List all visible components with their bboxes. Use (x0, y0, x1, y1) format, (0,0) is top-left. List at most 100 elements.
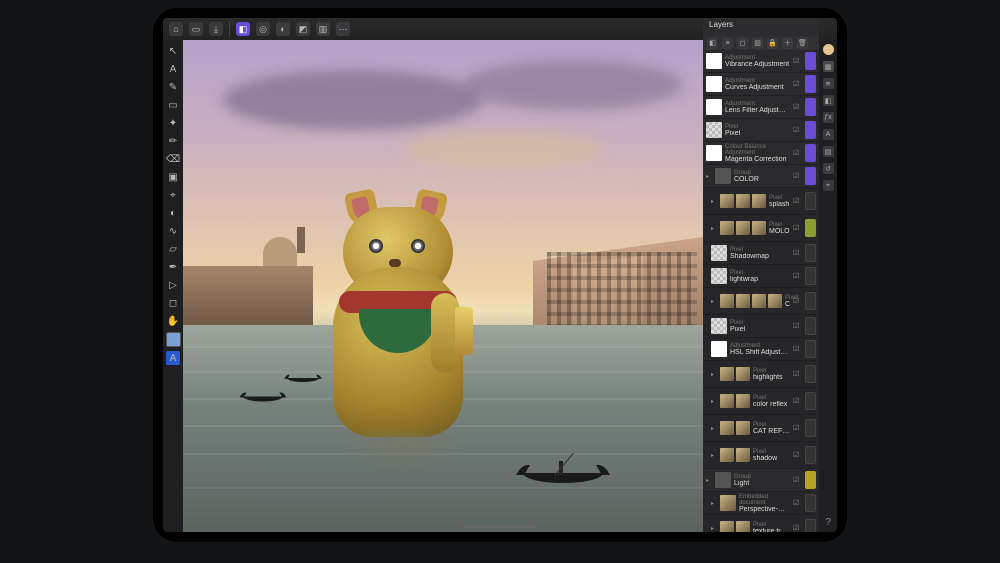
expand-arrow-icon[interactable]: ▸ (711, 525, 717, 532)
layer-row[interactable]: ▸Pixelsplash☑ (703, 188, 819, 215)
visibility-toggle[interactable]: ☑ (793, 499, 802, 508)
layer-row[interactable]: ▸Pixelhighlights☑ (703, 361, 819, 388)
channels-studio[interactable]: ▤ (823, 146, 834, 157)
delete-icon[interactable]: 🗑 (797, 38, 808, 49)
visibility-toggle[interactable]: ☑ (793, 224, 802, 233)
visibility-toggle[interactable]: ☑ (793, 370, 802, 379)
expand-arrow-icon[interactable]: ▸ (711, 452, 717, 459)
layer-color-tag[interactable] (805, 144, 816, 162)
expand-arrow-icon[interactable]: ▸ (711, 198, 717, 205)
layer-row[interactable]: ▸Pixeltexture traffic lights☑ (703, 515, 819, 532)
visibility-toggle[interactable]: ☑ (793, 424, 802, 433)
layer-color-tag[interactable] (805, 317, 816, 335)
dodge-tool[interactable]: ◐ (166, 206, 180, 220)
layer-color-tag[interactable] (805, 292, 816, 310)
expand-arrow-icon[interactable]: ▸ (711, 298, 717, 305)
history-studio[interactable]: ↺ (823, 163, 834, 174)
navigator-studio[interactable]: ⌖ (823, 180, 834, 191)
layer-color-tag[interactable] (805, 365, 816, 383)
export-persona-icon[interactable]: ▥ (316, 22, 330, 36)
expand-arrow-icon[interactable]: ▸ (711, 225, 717, 232)
swatches-studio[interactable]: ▦ (823, 61, 834, 72)
selection-brush-tool[interactable]: ✎ (166, 80, 180, 94)
layer-color-tag[interactable] (805, 392, 816, 410)
smudge-tool[interactable]: ∿ (166, 224, 180, 238)
visibility-toggle[interactable]: ☑ (793, 126, 802, 135)
assistant-icon[interactable]: A (166, 351, 180, 365)
visibility-toggle[interactable]: ☑ (793, 345, 802, 354)
visibility-toggle[interactable]: ☑ (793, 80, 802, 89)
layer-row[interactable]: AdjustmentHSL Shift Adjustment☑ (703, 338, 819, 361)
layer-color-tag[interactable] (805, 52, 816, 70)
move-tool[interactable]: ↖ (166, 44, 180, 58)
shape-tool[interactable]: ◻ (166, 296, 180, 310)
layer-color-tag[interactable] (805, 244, 816, 262)
layer-row[interactable]: AdjustmentCurves Adjustment☑ (703, 73, 819, 96)
adjustments-studio[interactable]: ◧ (823, 95, 834, 106)
marquee-tool[interactable]: ▭ (166, 98, 180, 112)
art-text-tool[interactable]: A (166, 62, 180, 76)
view-tool[interactable]: ✋ (166, 314, 180, 328)
layer-color-tag[interactable] (805, 167, 816, 185)
visibility-toggle[interactable]: ☑ (793, 524, 802, 533)
visibility-toggle[interactable]: ☑ (793, 397, 802, 406)
visibility-toggle[interactable]: ☑ (793, 172, 802, 181)
foreground-color[interactable] (166, 332, 181, 347)
layer-row[interactable]: ▸Pixelcolor reflex☑ (703, 388, 819, 415)
expand-arrow-icon[interactable]: ▸ (711, 371, 717, 378)
layer-color-tag[interactable] (805, 419, 816, 437)
fx-studio[interactable]: ƒx (823, 112, 834, 123)
flood-select-tool[interactable]: ✦ (166, 116, 180, 130)
layer-row[interactable]: PixelShadowmap☑ (703, 242, 819, 265)
crop-tool[interactable]: ▱ (166, 242, 180, 256)
layer-color-tag[interactable] (805, 192, 816, 210)
expand-arrow-icon[interactable]: ▸ (711, 398, 717, 405)
tone-persona-icon[interactable]: ◩ (296, 22, 310, 36)
visibility-toggle[interactable]: ☑ (793, 322, 802, 331)
visibility-toggle[interactable]: ☑ (793, 103, 802, 112)
blend-icon[interactable]: ≡ (722, 38, 733, 49)
layer-color-tag[interactable] (805, 267, 816, 285)
expand-arrow-icon[interactable]: ▸ (706, 173, 712, 180)
canvas[interactable] (183, 40, 703, 532)
visibility-toggle[interactable]: ☑ (793, 197, 802, 206)
layer-color-tag[interactable] (805, 219, 816, 237)
document-icon[interactable]: ▭ (189, 22, 203, 36)
layer-color-tag[interactable] (805, 340, 816, 358)
visibility-toggle[interactable]: ☑ (793, 149, 802, 158)
layer-row[interactable]: ▸GroupCOLOR☑ (703, 165, 819, 188)
visibility-toggle[interactable]: ☑ (793, 272, 802, 281)
opacity-icon[interactable]: ◧ (707, 38, 718, 49)
text-studio[interactable]: A (823, 129, 834, 140)
pen-tool[interactable]: ✒ (166, 260, 180, 274)
layer-row[interactable]: ▸Pixelshadow☑ (703, 442, 819, 469)
expand-arrow-icon[interactable]: ▸ (711, 425, 717, 432)
fill-tool[interactable]: ▣ (166, 170, 180, 184)
mask-icon[interactable]: ◻ (737, 38, 748, 49)
layer-row[interactable]: Pixellightwrap☑ (703, 265, 819, 288)
home-icon[interactable]: ⌂ (169, 22, 183, 36)
layer-row[interactable]: PixelPixel☑ (703, 119, 819, 142)
layers-list[interactable]: AdjustmentVibrance Adjustment☑Adjustment… (703, 50, 819, 532)
visibility-toggle[interactable]: ☑ (793, 297, 802, 306)
layer-row[interactable]: ▸Embedded documentPerspective-Grid☑ (703, 492, 819, 515)
paint-brush-tool[interactable]: ✏ (166, 134, 180, 148)
layer-color-tag[interactable] (805, 519, 816, 532)
node-tool[interactable]: ▷ (166, 278, 180, 292)
visibility-toggle[interactable]: ☑ (793, 476, 802, 485)
layer-row[interactable]: PixelPixel☑ (703, 315, 819, 338)
pixel-persona-icon[interactable]: ◧ (236, 22, 250, 36)
add-icon[interactable]: ＋ (782, 38, 793, 49)
export-icon[interactable]: ⤓ (209, 22, 223, 36)
clone-tool[interactable]: ⌖ (166, 188, 180, 202)
visibility-toggle[interactable]: ☑ (793, 249, 802, 258)
layer-row[interactable]: AdjustmentLens Filter Adjustment☑ (703, 96, 819, 119)
layer-color-tag[interactable] (805, 446, 816, 464)
layer-color-tag[interactable] (805, 494, 816, 512)
color-studio[interactable] (823, 44, 834, 55)
lock-icon[interactable]: 🔒 (767, 38, 778, 49)
layer-color-tag[interactable] (805, 471, 816, 489)
flatten-icon[interactable]: ▥ (752, 38, 763, 49)
layer-row[interactable]: ▸PixelMOLO☑ (703, 215, 819, 242)
layer-color-tag[interactable] (805, 98, 816, 116)
